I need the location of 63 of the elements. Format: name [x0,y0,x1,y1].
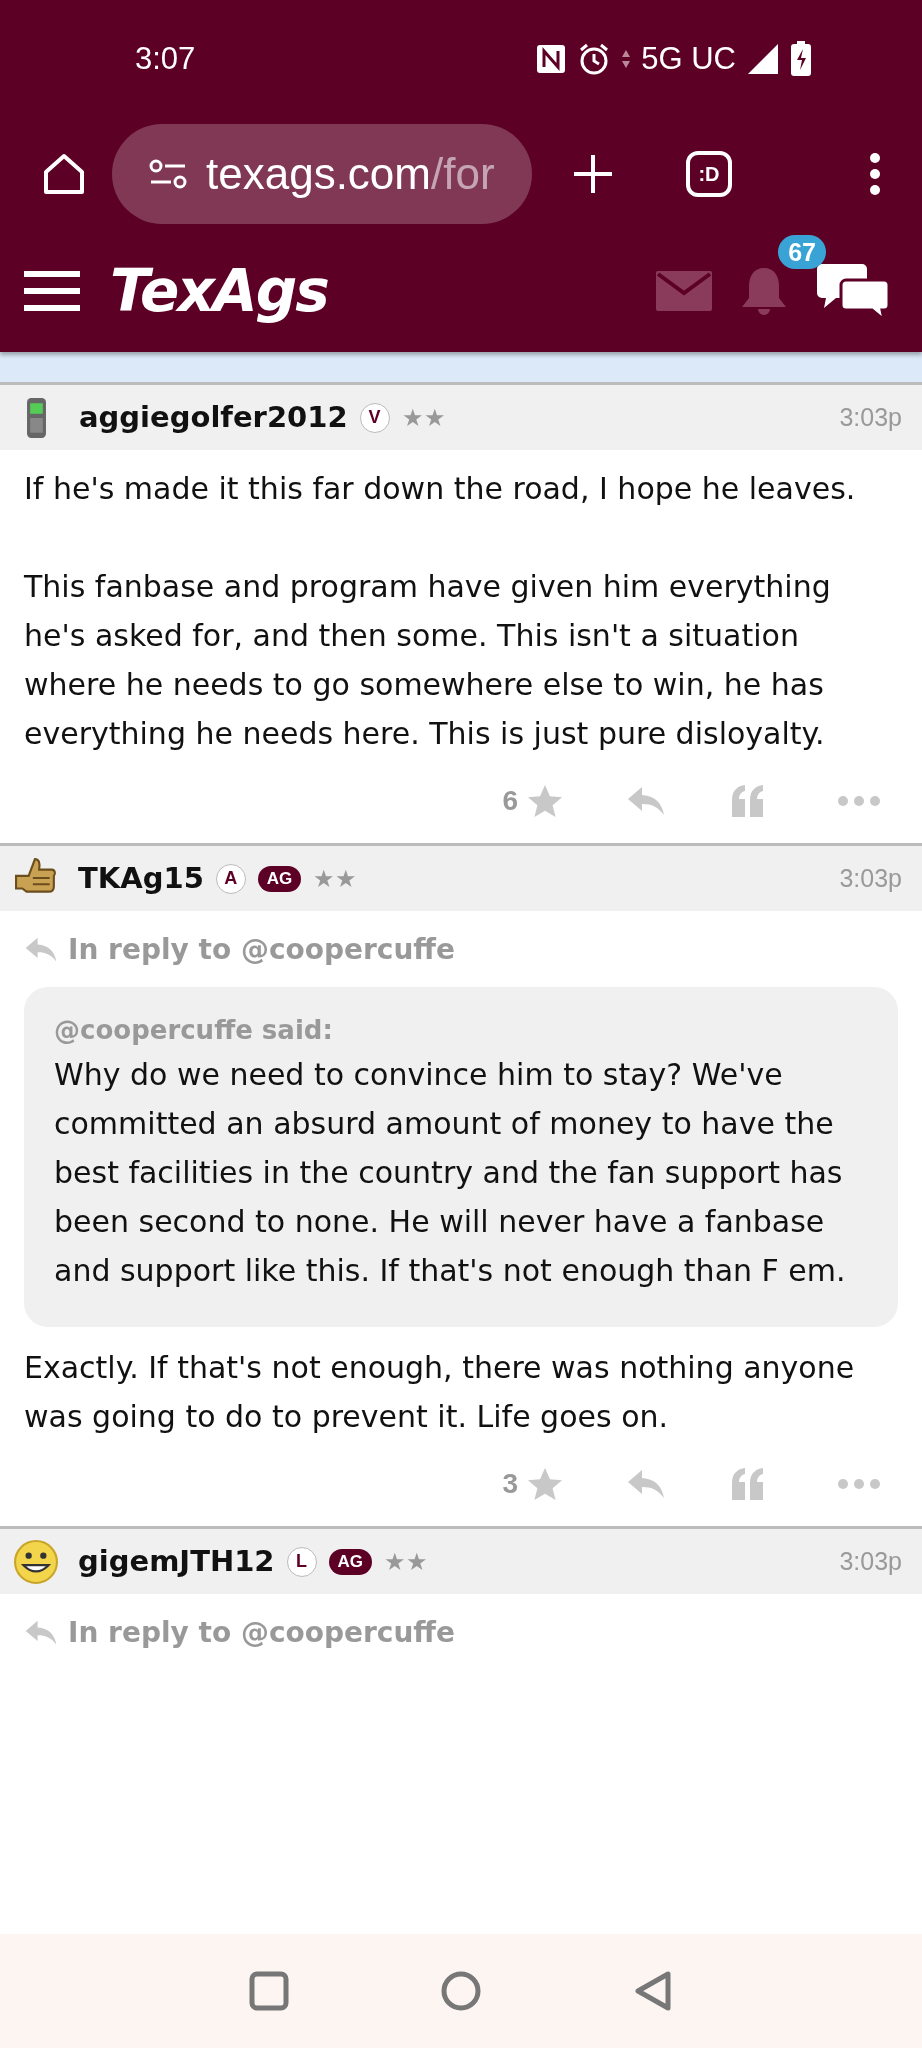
post-time: 3:03p [839,401,902,433]
quote-icon [730,783,766,818]
address-bar[interactable]: texags.com/for [112,124,532,224]
plus-icon [572,153,614,195]
nfc-icon [535,43,568,75]
back-button[interactable] [632,1970,674,2012]
tab-switcher-button[interactable]: :D [686,151,732,197]
url-text: texags.com/for [206,148,495,200]
recents-icon [248,1970,290,2012]
home-nav-button[interactable] [440,1970,482,2012]
back-icon [632,1970,674,2012]
user-badge: L [286,1546,317,1577]
more-button[interactable] [838,1478,880,1489]
rank-stars: ★★ [384,1549,429,1574]
signal-icon [746,42,780,76]
like-count: 6 [502,783,518,818]
user-badge: A [215,863,246,894]
post-time: 3:03p [839,1545,902,1577]
quote-text: Why do we need to convince him to stay? We've committed an absurd amount of money to have the best facilities in the country and the fan support has been second to none. He will never have a fanbase and support like this. If that's not enough than F em. [54,1056,847,1290]
messages-button[interactable] [656,271,712,311]
more-icon [838,1478,880,1489]
more-icon [838,795,880,806]
phone-avatar-icon [27,397,46,438]
network-label: 5G UC [641,39,736,78]
reply-icon[interactable] [24,936,58,964]
more-vertical-icon [868,152,882,196]
reply-icon [626,1467,666,1500]
like-count: 3 [502,1466,518,1501]
site-logo: TexAgs [110,255,328,327]
reply-button[interactable] [626,784,666,817]
site-settings-icon [148,158,188,190]
user-badge: AG [328,1548,373,1575]
menu-button[interactable] [868,152,882,196]
post-text: Exactly. If that's not enough, there was nothing anyone was going to do to prevent it. Life goes on. [24,1349,856,1436]
post-text: This fanbase and program have given him everything he's asked for, and then some. This isn't a situation where he needs to go somewhere else to win, he has everything he needs here. This is just pure disloyalty. [24,568,832,753]
quote-author: @coopercuffe said: [54,1014,334,1047]
more-button[interactable] [838,795,880,806]
username[interactable]: gigemJTH12 [78,1539,275,1584]
rank-stars: ★★ [313,866,358,891]
rank-stars: ★★ [401,405,446,430]
username[interactable]: aggiegolfer2012 [79,395,348,440]
mail-icon [656,271,712,311]
reply-icon [626,784,666,817]
quote-button[interactable] [730,783,766,818]
battery-icon [790,41,812,77]
username[interactable]: TKAg15 [78,856,204,901]
post-time: 3:03p [839,862,902,894]
data-arrows-icon [621,48,632,70]
reply-icon[interactable] [24,1619,58,1647]
notification-count: 67 [778,235,826,269]
home-nav-icon [440,1970,482,2012]
clock-time: 3:07 [135,39,196,78]
post-text: If he's made it this far down the road, I hope he leaves. [24,470,857,508]
new-tab-button[interactable] [572,153,614,195]
reply-button[interactable] [626,1467,666,1500]
quote-icon [730,1466,766,1501]
user-badge: AG [257,865,302,892]
recents-button[interactable] [248,1970,290,2012]
smiley-avatar-icon [14,1539,58,1584]
user-badge: V [359,402,390,433]
menu-icon [24,270,80,312]
menu-button[interactable] [24,270,80,312]
quote-button[interactable] [730,1466,766,1501]
